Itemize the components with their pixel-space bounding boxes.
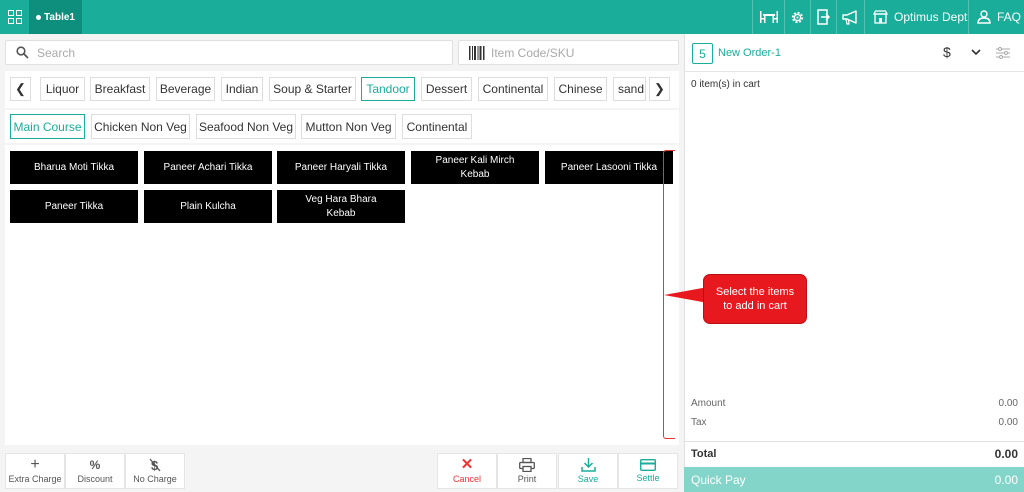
settle-label: Settle — [636, 473, 660, 483]
plus-icon: + — [30, 456, 40, 473]
total-value: 0.00 — [994, 447, 1018, 461]
callout-pointer — [664, 287, 708, 303]
sku-placeholder: Item Code/SKU — [491, 45, 575, 60]
category-beverage[interactable]: Beverage — [156, 77, 215, 101]
category-liquor[interactable]: Liquor — [40, 77, 85, 101]
exit-button[interactable] — [810, 0, 836, 34]
menu-item[interactable]: Bharua Moti Tikka — [10, 151, 138, 184]
tax-label: Tax — [691, 417, 707, 428]
menu-item[interactable]: Paneer Kali Mirch Kebab — [411, 151, 539, 184]
sku-input[interactable]: Item Code/SKU — [458, 40, 679, 65]
printer-icon — [519, 458, 535, 472]
table-view-button[interactable] — [752, 0, 784, 34]
cart-panel — [684, 34, 1024, 492]
barcode-icon — [469, 45, 485, 60]
total-label: Total — [691, 448, 717, 460]
print-label: Print — [517, 474, 537, 484]
order-dropdown-button[interactable] — [970, 44, 982, 65]
subcategory-chicken-non-veg[interactable]: Chicken Non Veg — [91, 114, 190, 139]
exit-icon — [817, 9, 830, 25]
amount-label: Amount — [691, 398, 726, 409]
subcategory-bar: Main Course Chicken Non Veg Seafood Non … — [5, 110, 679, 143]
active-dot — [36, 14, 42, 20]
category-chinese[interactable]: Chinese — [554, 77, 607, 101]
grid-menu-button[interactable] — [0, 0, 29, 34]
faq-label: FAQ — [997, 10, 1022, 24]
subcategory-seafood-non-veg[interactable]: Seafood Non Veg — [196, 114, 296, 139]
table-tab[interactable]: Table1 — [29, 0, 82, 34]
tax-value: 0.00 — [998, 417, 1018, 428]
no-charge-label: No Charge — [133, 474, 177, 484]
sliders-icon — [996, 47, 1010, 59]
menu-item[interactable]: Paneer Tikka — [10, 190, 138, 223]
category-continental[interactable]: Continental — [478, 77, 548, 101]
action-bar: + Extra Charge % Discount $ No Charge ✕ … — [0, 449, 684, 492]
user-icon — [977, 10, 991, 24]
save-button[interactable]: Save — [558, 453, 618, 489]
print-button[interactable]: Print — [497, 453, 557, 489]
discount-button[interactable]: % Discount — [65, 453, 125, 489]
no-dollar-icon: $ — [149, 458, 161, 472]
menu-item[interactable]: Paneer Achari Tikka — [144, 151, 272, 184]
search-placeholder: Search — [37, 45, 76, 60]
category-breakfast[interactable]: Breakfast — [90, 77, 150, 101]
category-dessert[interactable]: Dessert — [421, 77, 472, 101]
cart-item-count: 0 item(s) in cart — [691, 79, 760, 90]
extra-charge-button[interactable]: + Extra Charge — [5, 453, 65, 489]
order-number-badge[interactable]: 5 — [692, 43, 713, 64]
menu-item[interactable]: Veg Hara Bhara Kebab — [277, 190, 405, 223]
menu-item[interactable]: Paneer Lasooni Tikka — [545, 151, 673, 184]
subcategory-mutton-non-veg[interactable]: Mutton Non Veg — [301, 114, 396, 139]
cancel-label: Cancel — [452, 474, 481, 484]
faq-button[interactable]: FAQ — [968, 0, 1024, 34]
megaphone-icon — [842, 9, 857, 25]
chevron-left-icon: ❮ — [15, 81, 26, 96]
subcategory-main-course[interactable]: Main Course — [10, 114, 85, 139]
settings-button[interactable] — [784, 0, 810, 34]
grid-icon — [7, 10, 22, 24]
subcategory-continental[interactable]: Continental — [402, 114, 472, 139]
no-charge-button[interactable]: $ No Charge — [125, 453, 185, 489]
percent-icon: % — [89, 458, 101, 472]
department-button[interactable]: Optimus Dept — [864, 0, 968, 34]
category-prev-button[interactable]: ❮ — [10, 77, 31, 101]
category-next-button[interactable]: ❯ — [649, 77, 670, 101]
chevron-down-icon — [971, 49, 981, 56]
table-icon — [759, 11, 778, 23]
category-soup-starter[interactable]: Soup & Starter — [269, 77, 356, 101]
search-icon — [16, 46, 29, 59]
menu-item[interactable]: Paneer Haryali Tikka — [277, 151, 405, 184]
item-grid: Bharua Moti Tikka Paneer Achari Tikka Pa… — [5, 145, 679, 445]
instruction-callout: Select the items to add in cart — [703, 274, 807, 324]
settle-button[interactable]: Settle — [618, 453, 678, 489]
category-sand[interactable]: sand — [613, 77, 646, 101]
announcement-button[interactable] — [836, 0, 864, 34]
department-label: Optimus Dept — [894, 10, 968, 24]
menu-item[interactable]: Plain Kulcha — [144, 190, 272, 223]
download-icon — [580, 458, 596, 472]
search-input[interactable]: Search — [5, 40, 453, 65]
order-settings-button[interactable] — [996, 46, 1010, 64]
card-icon — [640, 459, 656, 471]
amount-value: 0.00 — [998, 398, 1018, 409]
cancel-button[interactable]: ✕ Cancel — [437, 453, 497, 489]
category-tandoor[interactable]: Tandoor — [361, 77, 415, 101]
divider — [684, 441, 1024, 442]
extra-charge-label: Extra Charge — [8, 474, 62, 484]
discount-label: Discount — [77, 474, 113, 484]
gear-icon — [791, 11, 804, 23]
order-name[interactable]: New Order-1 — [718, 47, 781, 59]
quick-pay-value: 0.00 — [994, 473, 1018, 487]
category-indian[interactable]: Indian — [221, 77, 263, 101]
close-icon: ✕ — [460, 456, 474, 473]
store-icon — [873, 10, 888, 24]
quick-pay-label: Quick Pay — [691, 473, 746, 487]
save-label: Save — [577, 474, 599, 484]
category-bar: ❮ Liquor Breakfast Beverage Indian Soup … — [5, 71, 679, 108]
chevron-right-icon: ❯ — [654, 81, 665, 96]
table-label: Table1 — [44, 11, 75, 23]
currency-button[interactable]: $ — [943, 44, 951, 60]
